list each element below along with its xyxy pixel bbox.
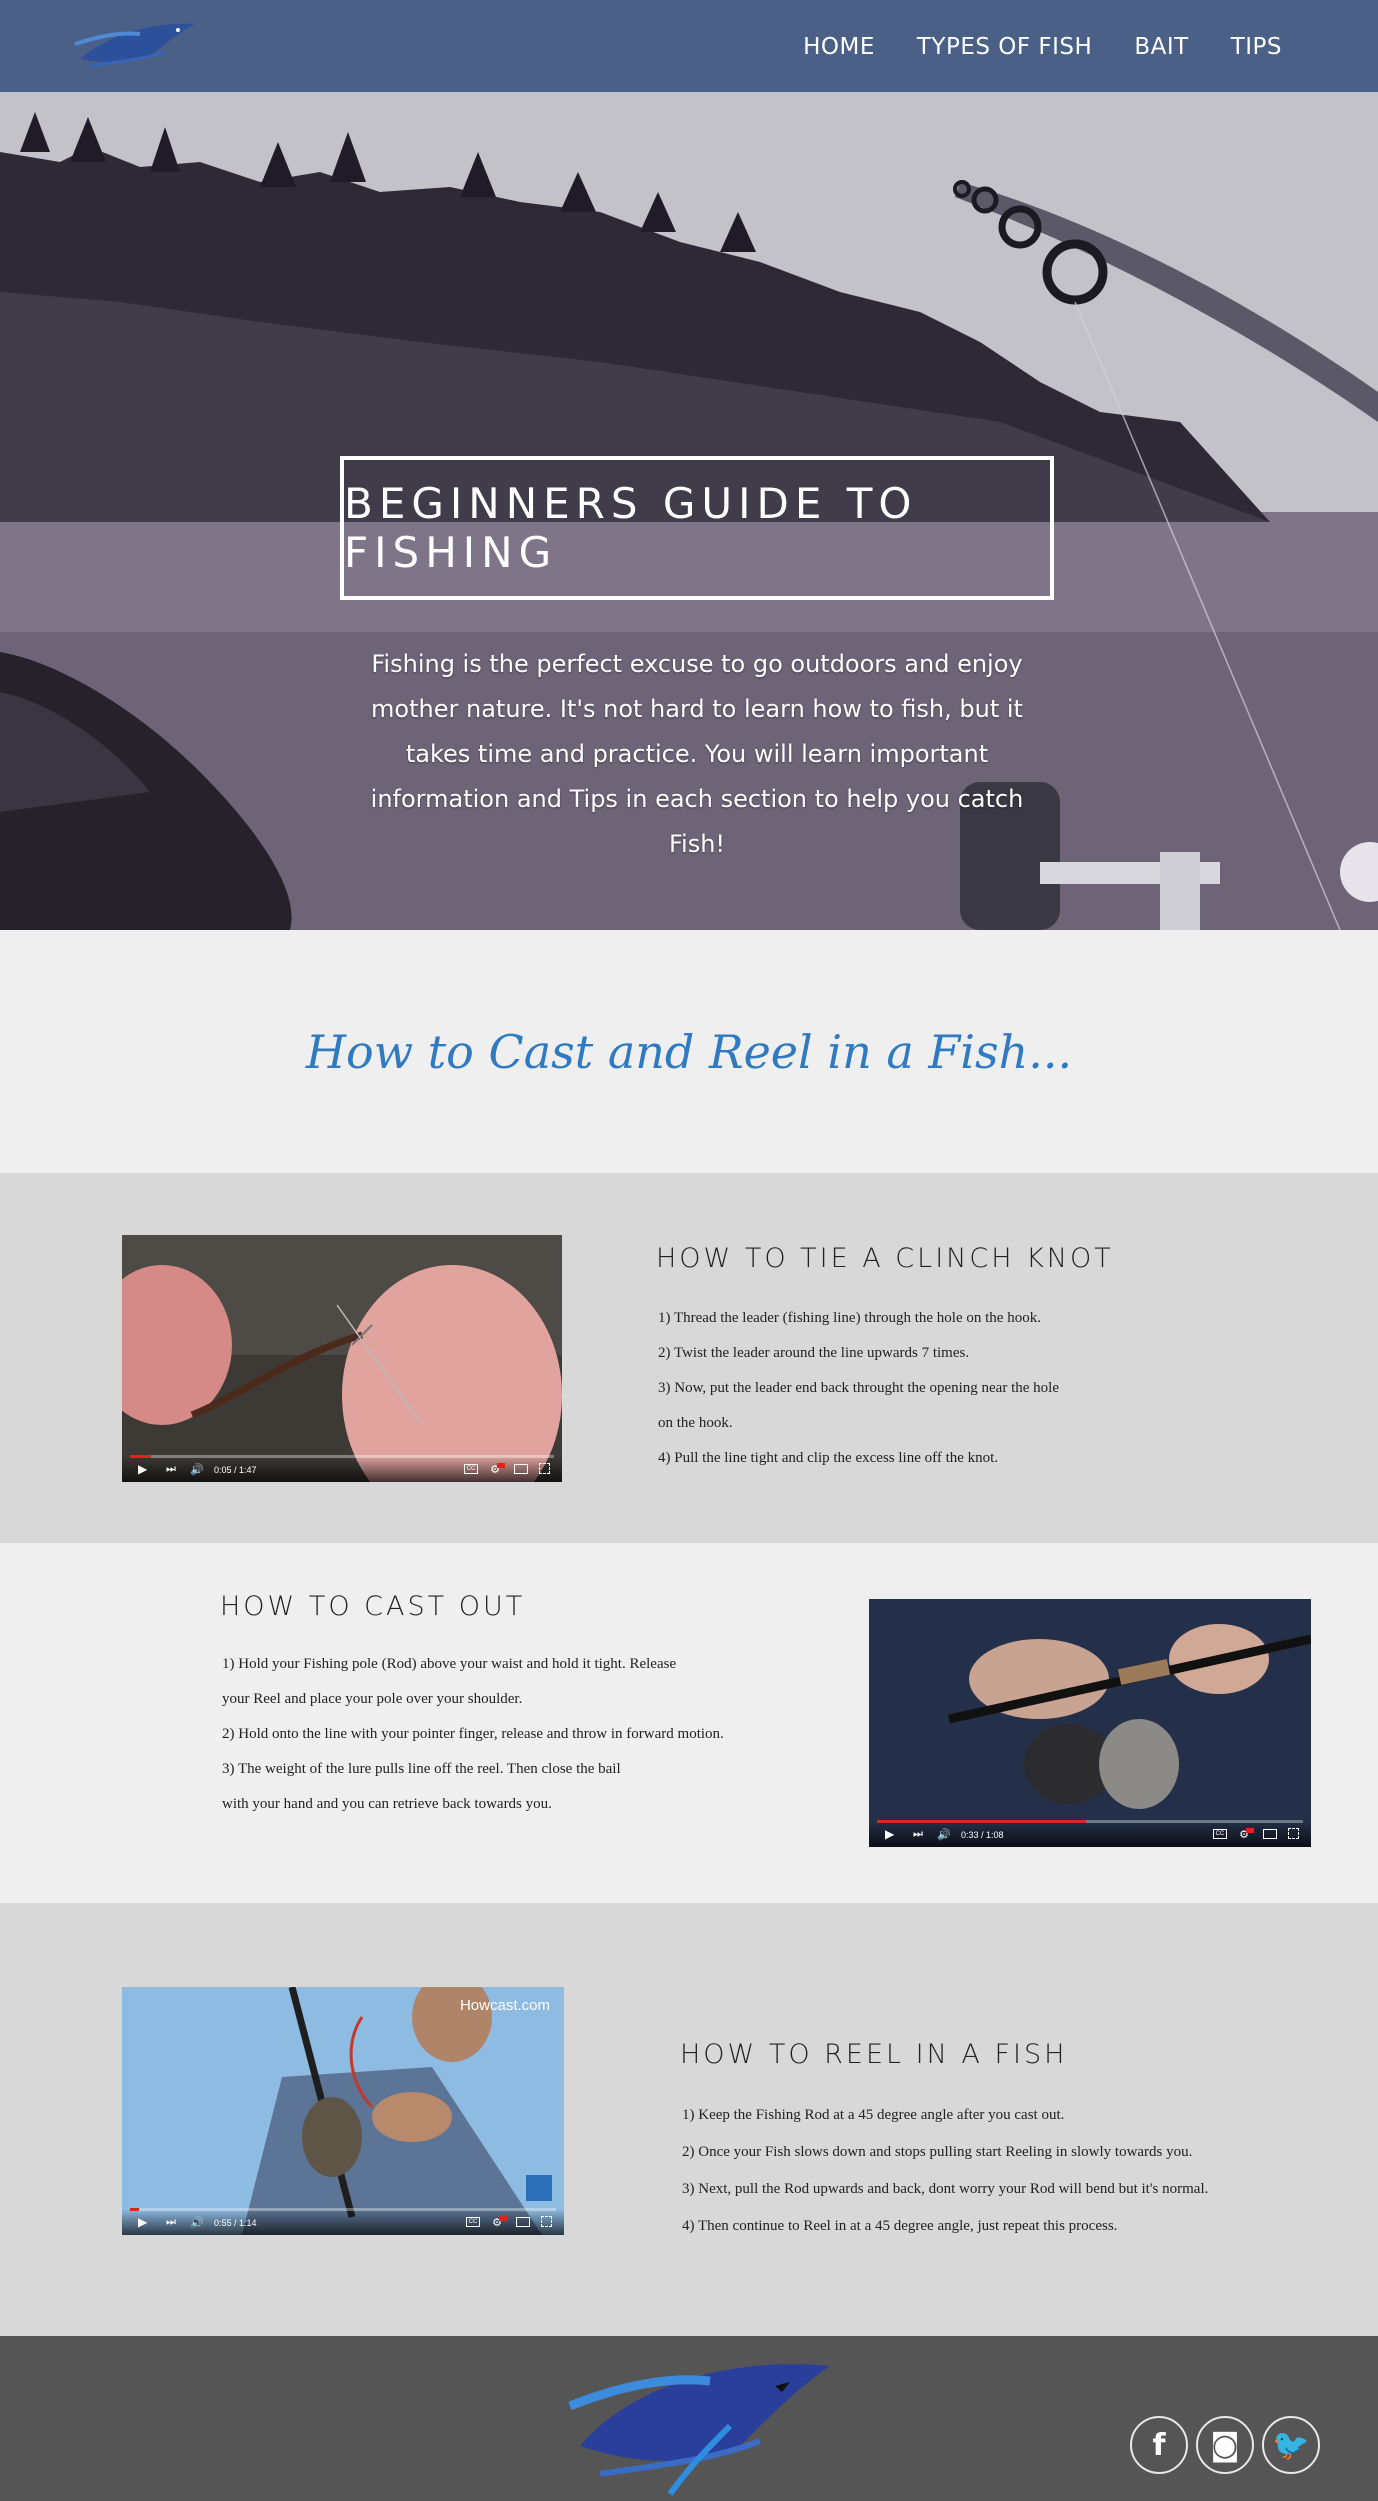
twitter-icon[interactable]: 🐦 [1262,2416,1320,2474]
volume-icon[interactable]: 🔊 [937,1828,951,1841]
nav-types-of-fish[interactable]: TYPES OF FISH [917,34,1092,60]
nav-home[interactable]: HOME [803,34,875,60]
theater-mode-icon[interactable] [516,2217,530,2227]
main-menu: HOME TYPES OF FISH BAIT TIPS [761,34,1282,60]
section-steps: 1) Keep the Fishing Rod at a 45 degree a… [682,2097,1342,2245]
step-line: 2) Twist the leader around the line upwa… [658,1345,970,1361]
cast-heading: How to Cast and Reel in a Fish... [305,1024,1073,1079]
video-progress-bar[interactable] [130,2208,556,2211]
step-line: 1) Keep the Fishing Rod at a 45 degree a… [682,2107,1065,2123]
clinch-knot-section: ▶ ⏭ 🔊 0:05 / 1:47 CC ⚙ HOW TO TIE A CLIN… [0,1173,1378,1543]
section-steps: 1) Thread the leader (fishing line) thro… [658,1301,1298,1476]
fullscreen-icon[interactable] [1288,1828,1299,1839]
instagram-icon[interactable]: ◙ [1196,2416,1254,2474]
play-icon[interactable]: ▶ [138,2215,147,2229]
volume-icon[interactable]: 🔊 [190,1463,204,1476]
fish-logo-icon [568,2364,830,2496]
step-line: 3) Next, pull the Rod upwards and back, … [682,2181,1209,2197]
step-line: 1) Thread the leader (fishing line) thro… [658,1310,1041,1326]
step-line: 2) Hold onto the line with your pointer … [222,1726,724,1742]
nav-bait[interactable]: BAIT [1134,34,1188,60]
step-line: your Reel and place your pole over your … [222,1691,523,1707]
hd-badge-icon [497,1463,505,1468]
play-icon[interactable]: ▶ [138,1462,147,1476]
captions-icon[interactable]: CC [466,2217,480,2227]
step-line: 2) Once your Fish slows down and stops p… [682,2144,1193,2160]
section-steps: 1) Hold your Fishing pole (Rod) above yo… [222,1647,862,1822]
reel-in-video[interactable]: Howcast.com ▶ ⏭ 🔊 0:55 / 1:14 CC ⚙ [122,1987,564,2235]
video-thumbnail [122,1987,564,2235]
video-watermark: Howcast.com [459,1997,550,2014]
hero-intro: Fishing is the perfect excuse to go outd… [370,650,1024,858]
theater-mode-icon[interactable] [514,1464,528,1474]
cast-heading-band: How to Cast and Reel in a Fish... [0,930,1378,1173]
top-navbar: HOME TYPES OF FISH BAIT TIPS [0,0,1378,92]
next-icon[interactable]: ⏭ [166,1463,176,1476]
video-time: 0:55 / 1:14 [214,2218,257,2228]
facebook-icon[interactable]: f [1130,2416,1188,2474]
step-line: 4) Pull the line tight and clip the exce… [658,1450,999,1466]
play-icon[interactable]: ▶ [885,1827,894,1841]
video-time: 0:33 / 1:08 [961,1830,1004,1840]
step-line: on the hook. [658,1415,733,1431]
next-icon[interactable]: ⏭ [913,1828,923,1841]
captions-icon[interactable]: CC [1213,1829,1227,1839]
reel-in-section: Howcast.com ▶ ⏭ 🔊 0:55 / 1:14 CC ⚙ HOW T… [0,1903,1378,2336]
theater-mode-icon[interactable] [1263,1829,1277,1839]
clinch-knot-video[interactable]: ▶ ⏭ 🔊 0:05 / 1:47 CC ⚙ [122,1235,562,1482]
page-footer: f ◙ 🐦 [0,2336,1378,2501]
video-progress-bar[interactable] [877,1820,1303,1823]
hero-title: BEGINNERS GUIDE TO FISHING [344,479,918,577]
video-thumbnail [122,1235,562,1482]
hd-badge-icon [499,2216,507,2221]
hd-badge-icon [1246,1828,1254,1833]
fish-logo-icon[interactable] [70,14,200,84]
video-time: 0:05 / 1:47 [214,1465,257,1475]
video-progress-bar[interactable] [130,1455,554,1458]
captions-icon[interactable]: CC [464,1464,478,1474]
step-line: 1) Hold your Fishing pole (Rod) above yo… [222,1656,677,1672]
section-title: HOW TO TIE A CLINCH KNOT [656,1243,1114,1274]
social-links: f ◙ 🐦 [1130,2416,1320,2474]
fullscreen-icon[interactable] [539,1463,550,1474]
fullscreen-icon[interactable] [541,2216,552,2227]
step-line: with your hand and you can retrieve back… [222,1796,552,1812]
hero-banner: BEGINNERS GUIDE TO FISHING Fishing is th… [0,92,1378,930]
hero-title-box: BEGINNERS GUIDE TO FISHING [340,456,1054,600]
step-line: 3) Now, put the leader end back throught… [658,1380,1059,1396]
next-icon[interactable]: ⏭ [166,2216,176,2229]
video-thumbnail [869,1599,1311,1847]
cast-out-video[interactable]: ▶ ⏭ 🔊 0:33 / 1:08 CC ⚙ [869,1599,1311,1847]
cast-out-section: HOW TO CAST OUT 1) Hold your Fishing pol… [0,1543,1378,1903]
section-title: HOW TO REEL IN A FISH [680,2039,1068,2070]
step-line: 3) The weight of the lure pulls line off… [222,1761,621,1777]
section-title: HOW TO CAST OUT [220,1591,526,1622]
step-line: 4) Then continue to Reel in at a 45 degr… [682,2218,1118,2234]
nav-tips[interactable]: TIPS [1231,34,1282,60]
volume-icon[interactable]: 🔊 [190,2216,204,2229]
